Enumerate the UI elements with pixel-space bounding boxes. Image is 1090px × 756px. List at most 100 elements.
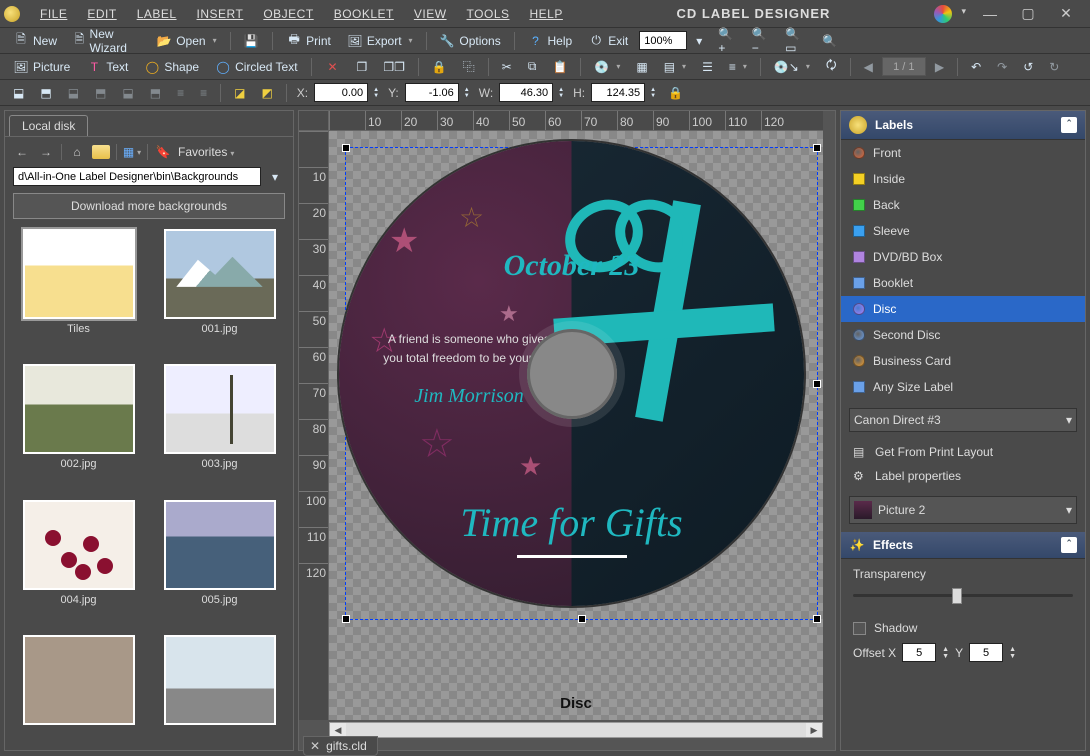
options-button[interactable]: 🔧Options <box>432 30 507 52</box>
transparency-slider[interactable] <box>853 585 1073 605</box>
tab-local-disk[interactable]: Local disk <box>9 115 88 136</box>
delete-button[interactable]: ✕ <box>318 56 348 78</box>
import-icon[interactable]: 💿↘ <box>767 57 817 77</box>
zoom-field[interactable]: 100% <box>639 31 687 50</box>
thumb-tiles[interactable] <box>23 229 135 319</box>
object-select[interactable]: Picture 2▾ <box>849 496 1077 524</box>
window-close-icon[interactable]: ✕ <box>1058 6 1074 22</box>
window-minimize-icon[interactable]: — <box>982 6 998 22</box>
grid-icon[interactable]: ▦ <box>629 57 654 77</box>
offset-x-input[interactable]: 5 <box>902 643 936 662</box>
page-prev-icon[interactable]: ◀ <box>857 57 880 77</box>
close-tab-icon[interactable]: ✕ <box>310 739 320 753</box>
menu-view[interactable]: VIEW <box>404 3 457 25</box>
align-bottom-icon[interactable]: ⬓ <box>115 83 140 103</box>
insert-circled-text-button[interactable]: ◯Circled Text <box>208 56 304 78</box>
send-back-icon[interactable]: ◩ <box>254 83 279 103</box>
date-text[interactable]: October 23 <box>504 249 640 283</box>
align-top-icon[interactable]: ⬒ <box>88 83 113 103</box>
nav-forward-icon[interactable]: → <box>37 143 55 161</box>
download-backgrounds-button[interactable]: Download more backgrounds <box>13 193 285 219</box>
labels-panel-header[interactable]: Labels ˆ <box>841 111 1085 140</box>
save-button[interactable]: 💾 <box>236 30 266 52</box>
insert-shape-button[interactable]: ◯Shape <box>137 56 206 78</box>
exit-button[interactable]: ⏻Exit <box>581 30 635 52</box>
list-icon[interactable]: ≡ <box>722 57 754 77</box>
favorites-label[interactable]: Favorites <box>178 145 234 159</box>
copy-button[interactable]: ⧉ <box>521 56 544 77</box>
group-button[interactable]: ⿻ <box>456 55 482 78</box>
printer-select[interactable]: Canon Direct #3▾ <box>849 408 1077 432</box>
y-input[interactable]: -1.06 <box>405 83 459 102</box>
menu-insert[interactable]: INSERT <box>187 3 254 25</box>
collapse-icon[interactable]: ˆ <box>1061 117 1077 133</box>
label-item-disc[interactable]: Disc <box>841 296 1085 322</box>
offset-y-input[interactable]: 5 <box>969 643 1003 662</box>
insert-picture-button[interactable]: 🖼Picture <box>6 56 77 78</box>
x-spinner-icon[interactable]: ▲▼ <box>370 86 382 100</box>
thumb-extra-1[interactable] <box>23 635 135 725</box>
thumb-extra-2[interactable] <box>164 635 276 725</box>
label-item-any-size-label[interactable]: Any Size Label <box>841 374 1085 400</box>
thumb-004[interactable] <box>23 500 135 590</box>
path-dropdown-icon[interactable]: ▾ <box>265 167 285 187</box>
thumb-002[interactable] <box>23 364 135 454</box>
label-item-sleeve[interactable]: Sleeve <box>841 218 1085 244</box>
disc-icon-button[interactable]: 💿 <box>587 57 627 77</box>
redo-icon[interactable]: ↷ <box>990 57 1014 77</box>
nav-up-icon[interactable] <box>92 145 110 159</box>
w-spinner-icon[interactable]: ▲▼ <box>555 86 567 100</box>
align-right-icon[interactable]: ⬒ <box>33 83 58 103</box>
menu-label[interactable]: LABEL <box>127 3 187 25</box>
page-next-icon[interactable]: ▶ <box>928 57 951 77</box>
thumb-001[interactable] <box>164 229 276 319</box>
work-surface[interactable]: ★ ☆ ☆ ★ ☆ ★ October 23 A friend is someo… <box>329 131 823 720</box>
get-from-layout-link[interactable]: ▤Get From Print Layout <box>841 440 1085 464</box>
window-maximize-icon[interactable]: ▢ <box>1020 6 1036 22</box>
label-item-booklet[interactable]: Booklet <box>841 270 1085 296</box>
x-input[interactable]: 0.00 <box>314 83 368 102</box>
nav-home-icon[interactable]: ⌂ <box>68 143 86 161</box>
h-input[interactable]: 124.35 <box>591 83 645 102</box>
view-mode-icon[interactable]: ▦ <box>123 143 141 161</box>
refresh-icon[interactable]: 🗘 <box>819 53 844 80</box>
label-item-back[interactable]: Back <box>841 192 1085 218</box>
align-hcenter-icon[interactable]: ⬓ <box>61 83 86 103</box>
document-tab[interactable]: ✕ gifts.cld <box>303 736 378 756</box>
scroll-left-icon[interactable]: ◀ <box>330 723 346 737</box>
zoom-fit-icon[interactable]: 🔍▭ <box>778 24 813 58</box>
menu-tools[interactable]: TOOLS <box>457 3 520 25</box>
menu-file[interactable]: FILE <box>30 3 77 25</box>
paste-button[interactable]: 📋 <box>545 57 574 77</box>
thumb-003[interactable] <box>164 364 276 454</box>
bring-front-icon[interactable]: ◪ <box>227 83 252 103</box>
distribute-v-icon[interactable]: ≡ <box>193 83 214 103</box>
help-button[interactable]: ?Help <box>521 30 580 52</box>
nav-back-icon[interactable]: ← <box>13 143 31 161</box>
cut-button[interactable]: ✂ <box>495 57 519 77</box>
menu-booklet[interactable]: BOOKLET <box>324 3 404 25</box>
path-input[interactable]: d\All-in-One Label Designer\bin\Backgrou… <box>13 167 261 186</box>
thumb-005[interactable] <box>164 500 276 590</box>
menu-object[interactable]: OBJECT <box>253 3 323 25</box>
undo-all-icon[interactable]: ↺ <box>1016 57 1040 77</box>
bookmark-icon[interactable]: 🔖 <box>154 143 172 161</box>
menu-help[interactable]: HELP <box>520 3 573 25</box>
new-button[interactable]: 🗎New <box>6 30 64 52</box>
insert-text-button[interactable]: TText <box>79 56 135 78</box>
label-item-dvd-bd-box[interactable]: DVD/BD Box <box>841 244 1085 270</box>
undo-icon[interactable]: ↶ <box>964 57 988 77</box>
export-button[interactable]: 🖼Export <box>340 30 420 52</box>
align-vcenter-icon[interactable]: ⬒ <box>143 83 168 103</box>
lock-button[interactable]: 🔒 <box>425 57 454 77</box>
scroll-right-icon[interactable]: ▶ <box>806 723 822 737</box>
menu-edit[interactable]: EDIT <box>77 3 126 25</box>
label-item-front[interactable]: Front <box>841 140 1085 166</box>
distribute-h-icon[interactable]: ≡ <box>170 83 191 103</box>
collapse-icon[interactable]: ˆ <box>1061 537 1077 553</box>
duplicate-button[interactable]: ❐ <box>350 57 375 77</box>
label-item-inside[interactable]: Inside <box>841 166 1085 192</box>
layers-icon[interactable]: ☰ <box>695 57 720 77</box>
lock-aspect-icon[interactable]: 🔒 <box>661 83 690 103</box>
label-item-second-disc[interactable]: Second Disc <box>841 322 1085 348</box>
